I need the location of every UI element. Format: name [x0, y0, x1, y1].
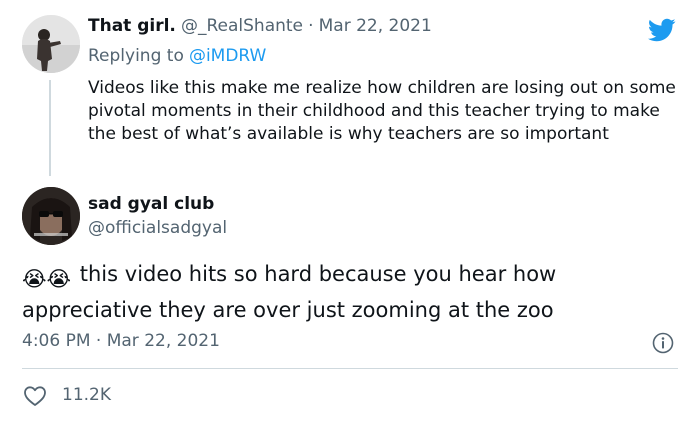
- quoted-tweet-header: That girl. @_RealShante · Mar 22, 2021: [88, 16, 432, 36]
- replying-to: Replying to @iMDRW: [88, 46, 266, 66]
- tweet-time-separator: ·: [95, 331, 102, 351]
- heart-icon[interactable]: [23, 385, 47, 407]
- quoted-separator: ·: [308, 16, 314, 36]
- main-tweet-body: this video hits so hard because you hear…: [22, 262, 557, 322]
- avatar-image: [22, 187, 80, 245]
- divider: [22, 368, 678, 369]
- like-count[interactable]: 11.2K: [62, 385, 111, 405]
- loudly-crying-emoji-icon: 😭😭: [22, 267, 72, 291]
- main-handle[interactable]: @officialsadgyal: [88, 218, 227, 238]
- tweet-time: 4:06 PM: [22, 331, 91, 351]
- tweet-timestamp[interactable]: 4:06 PM · Mar 22, 2021: [22, 331, 220, 351]
- twitter-bird-icon[interactable]: [646, 16, 678, 44]
- avatar-sad-gyal-club[interactable]: [22, 187, 80, 245]
- quoted-date[interactable]: Mar 22, 2021: [319, 16, 432, 36]
- avatar-that-girl[interactable]: [22, 15, 80, 73]
- info-icon[interactable]: [652, 332, 674, 354]
- replying-to-label: Replying to: [88, 46, 184, 66]
- quoted-handle[interactable]: @_RealShante: [181, 16, 303, 36]
- main-tweet-text: 😭😭 this video hits so hard because you h…: [22, 259, 682, 326]
- quoted-tweet-text: Videos like this make me realize how chi…: [88, 78, 676, 144]
- main-display-name[interactable]: sad gyal club: [88, 194, 214, 214]
- tweet-date: Mar 22, 2021: [106, 331, 220, 351]
- thread-line: [49, 80, 51, 176]
- avatar-image: [22, 15, 80, 73]
- quoted-display-name[interactable]: That girl.: [88, 16, 176, 36]
- replying-to-handle[interactable]: @iMDRW: [189, 46, 266, 66]
